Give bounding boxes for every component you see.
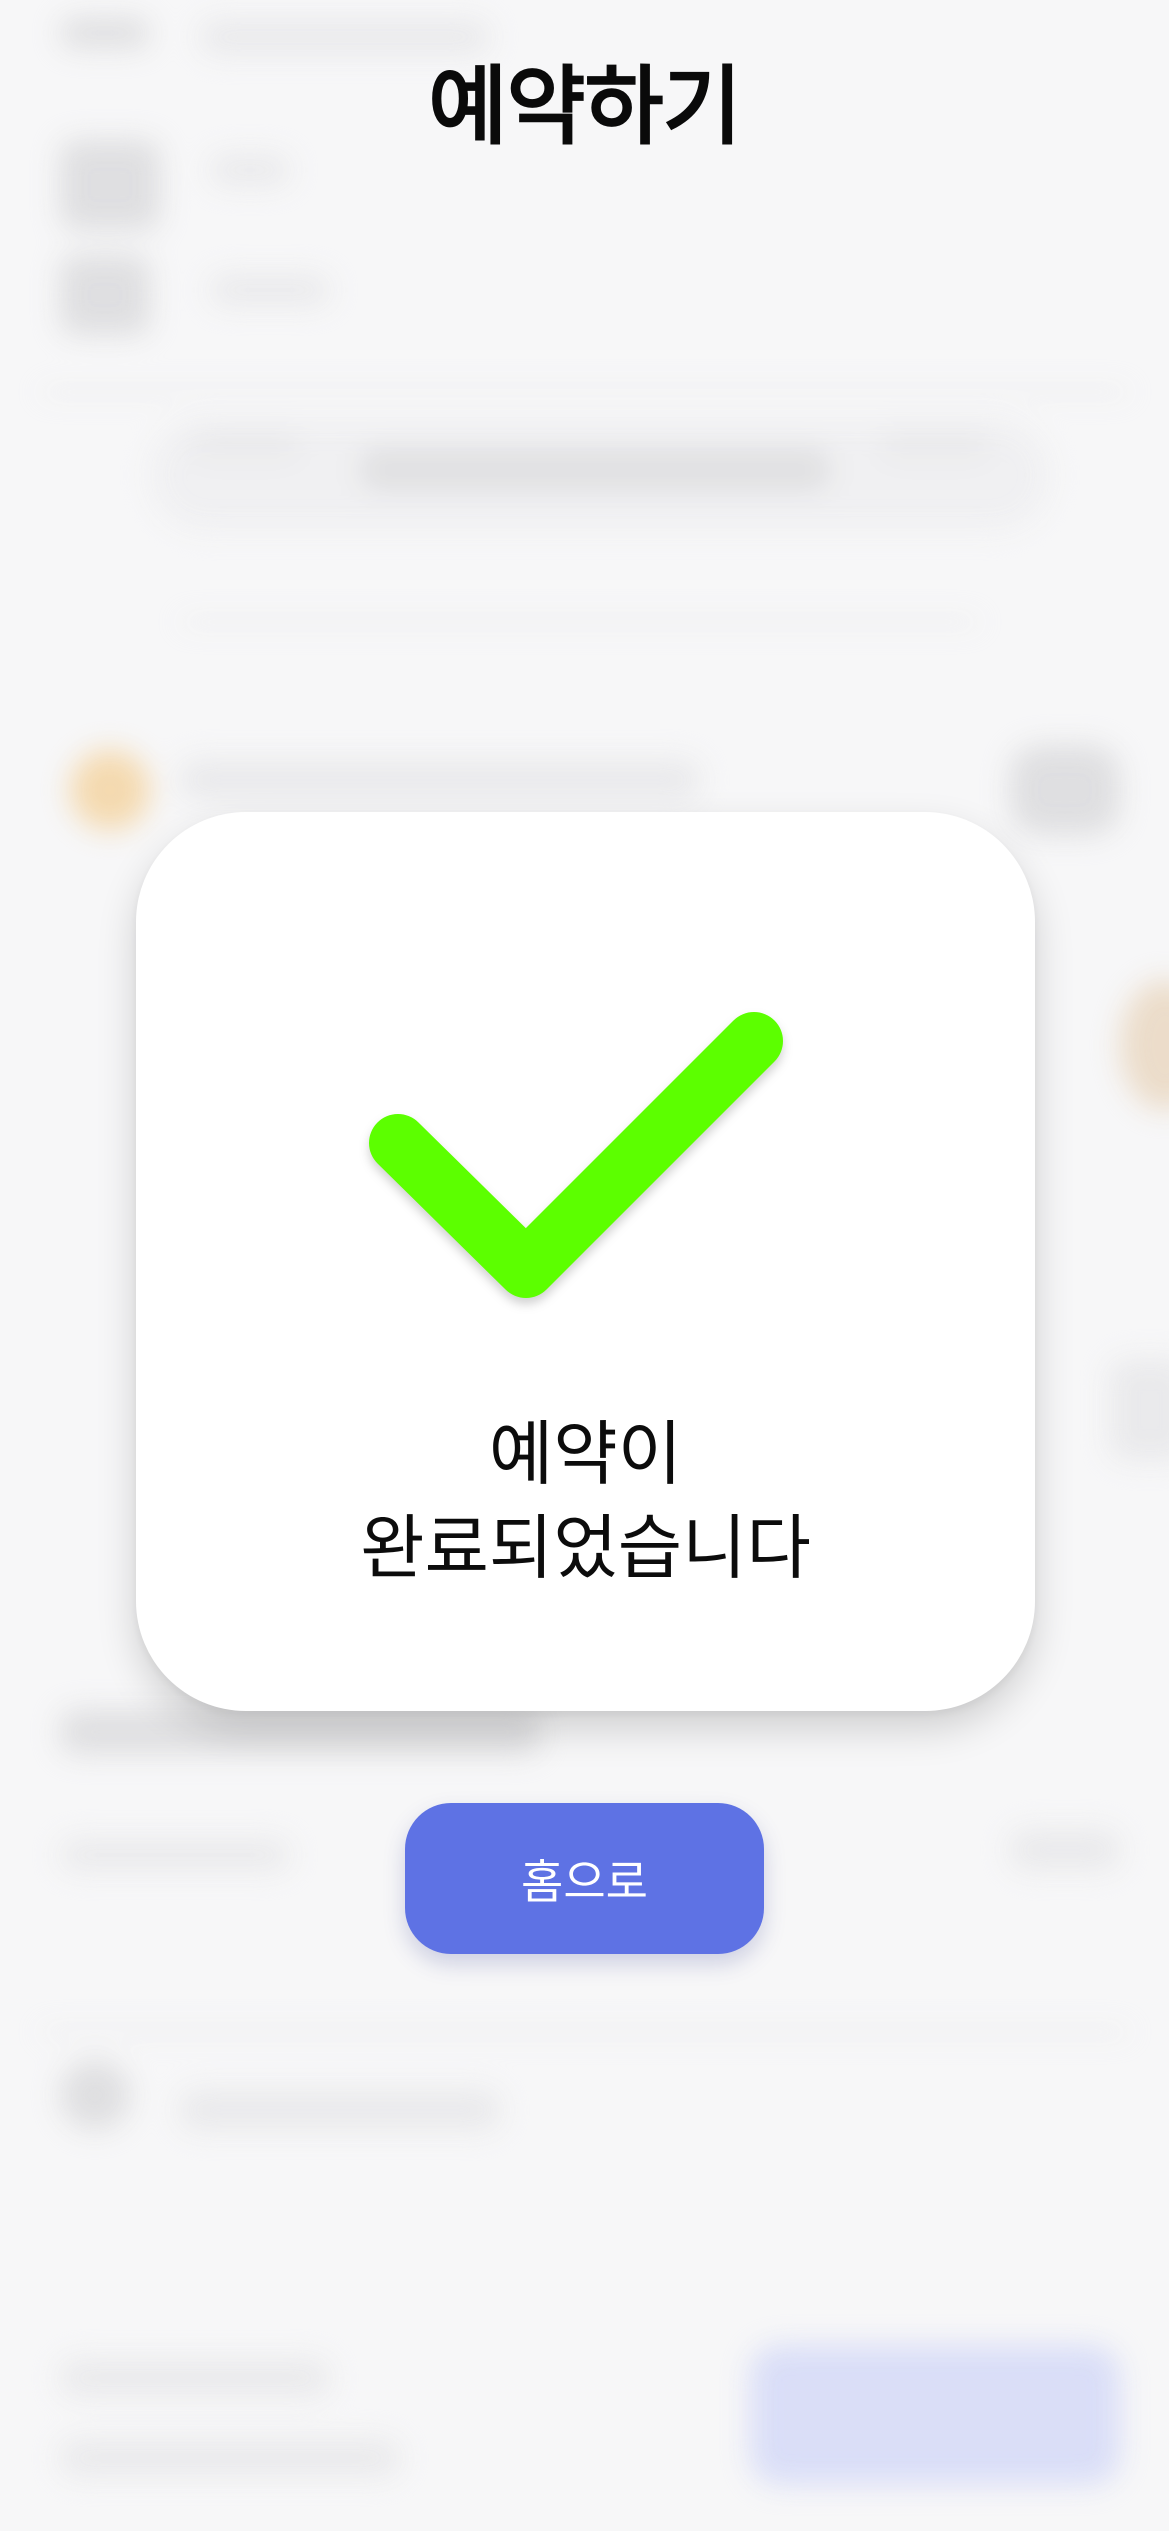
bg-row-action bbox=[1010, 745, 1120, 835]
bg-row-text bbox=[180, 760, 700, 800]
check-icon bbox=[369, 1012, 783, 1298]
reservation-complete-modal: 예약이 완료되었습니다 bbox=[136, 812, 1035, 1711]
completion-message-line-2: 완료되었습니다 bbox=[360, 1507, 811, 1589]
bg-thumb-1 bbox=[60, 140, 160, 230]
bg-total-label bbox=[60, 2360, 330, 2396]
bg-divider-2 bbox=[180, 620, 980, 624]
bg-tan-edge bbox=[1120, 980, 1169, 1110]
bg-right-edge bbox=[1110, 1360, 1169, 1460]
bg-section-title bbox=[60, 1710, 540, 1754]
bg-orange-dot bbox=[70, 750, 150, 830]
bg-pill-text bbox=[360, 450, 830, 490]
bg-thumb-2 bbox=[60, 255, 150, 335]
bg-footer-text bbox=[180, 2090, 500, 2130]
bg-section-text bbox=[60, 1840, 290, 1870]
page-title: 예약하기 bbox=[428, 57, 741, 157]
bg-avatar bbox=[60, 2060, 130, 2130]
bg-pill-left bbox=[190, 430, 300, 460]
go-home-button[interactable]: 홈으로 bbox=[405, 1803, 764, 1954]
bg-section-action bbox=[1010, 1830, 1120, 1870]
bg-divider-3 bbox=[40, 2030, 1130, 2034]
bg-text-1 bbox=[210, 155, 290, 185]
completion-message: 예약이 완료되었습니다 bbox=[136, 1407, 1035, 1595]
completion-message-line-1: 예약이 bbox=[488, 1413, 683, 1495]
bg-header-text bbox=[200, 20, 490, 54]
bg-total-value bbox=[60, 2440, 400, 2476]
bg-submit-button bbox=[750, 2345, 1120, 2485]
bg-divider-1 bbox=[40, 390, 1130, 394]
bg-pill-right bbox=[880, 430, 990, 460]
bg-text-2 bbox=[210, 275, 330, 305]
bg-back-icon bbox=[60, 18, 150, 48]
